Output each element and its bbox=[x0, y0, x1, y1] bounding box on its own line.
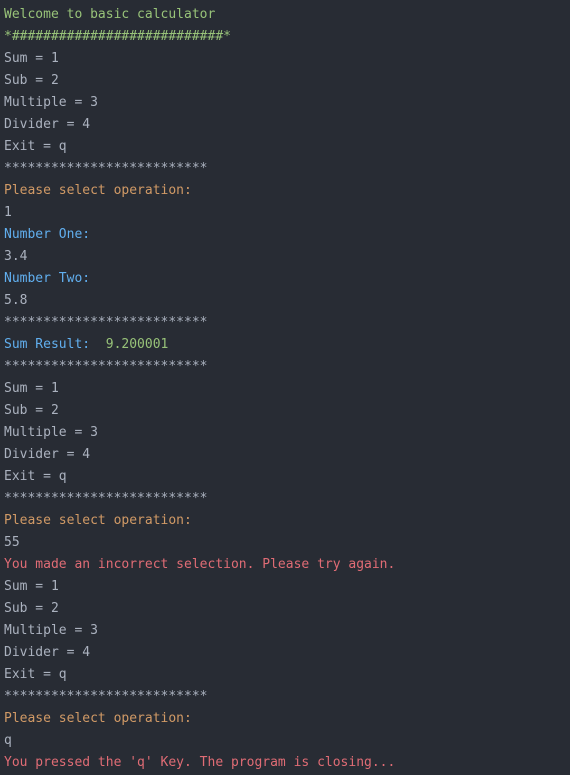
terminal-text: 1 bbox=[4, 205, 12, 220]
terminal-line: ************************** bbox=[4, 488, 566, 510]
terminal-line: 55 bbox=[4, 532, 566, 554]
terminal-text: Exit = q bbox=[4, 667, 67, 682]
terminal-text: Sub = 2 bbox=[4, 601, 59, 616]
terminal-text: *###########################* bbox=[4, 29, 231, 44]
terminal-line: 3.4 bbox=[4, 246, 566, 268]
terminal-line: ************************** bbox=[4, 312, 566, 334]
terminal-text: 5.8 bbox=[4, 293, 27, 308]
terminal-line: Please select operation: bbox=[4, 708, 566, 730]
terminal-line: Exit = q bbox=[4, 466, 566, 488]
terminal-line: Divider = 4 bbox=[4, 642, 566, 664]
terminal-line: Multiple = 3 bbox=[4, 92, 566, 114]
terminal-line: Sub = 2 bbox=[4, 598, 566, 620]
terminal-text: ************************** bbox=[4, 689, 208, 704]
terminal-text: Exit = q bbox=[4, 469, 67, 484]
terminal-text: ************************** bbox=[4, 315, 208, 330]
terminal-text: q bbox=[4, 733, 12, 748]
terminal-line: ************************** bbox=[4, 686, 566, 708]
terminal-line: Sum = 1 bbox=[4, 378, 566, 400]
terminal-text: You made an incorrect selection. Please … bbox=[4, 557, 395, 572]
terminal-text: Sub = 2 bbox=[4, 73, 59, 88]
terminal-line: Sum Result: 9.200001 bbox=[4, 334, 566, 356]
terminal-line: Number Two: bbox=[4, 268, 566, 290]
terminal-text: 9.200001 bbox=[90, 337, 168, 352]
terminal-text: Sum = 1 bbox=[4, 51, 59, 66]
terminal-text: Welcome to basic calculator bbox=[4, 7, 215, 22]
terminal-text: Multiple = 3 bbox=[4, 425, 98, 440]
terminal-line: ************************** bbox=[4, 356, 566, 378]
terminal-line: Welcome to basic calculator bbox=[4, 4, 566, 26]
terminal-line: Multiple = 3 bbox=[4, 620, 566, 642]
terminal-text: ************************** bbox=[4, 161, 208, 176]
terminal-text: 55 bbox=[4, 535, 20, 550]
terminal-line: You pressed the 'q' Key. The program is … bbox=[4, 752, 566, 774]
terminal-text: Sum = 1 bbox=[4, 381, 59, 396]
terminal-line: Sum = 1 bbox=[4, 576, 566, 598]
terminal-line: You made an incorrect selection. Please … bbox=[4, 554, 566, 576]
terminal-text: Sum = 1 bbox=[4, 579, 59, 594]
terminal-line: Divider = 4 bbox=[4, 444, 566, 466]
terminal-text: Divider = 4 bbox=[4, 117, 90, 132]
terminal-line: Number One: bbox=[4, 224, 566, 246]
terminal-text: Please select operation: bbox=[4, 513, 192, 528]
terminal-text: Sub = 2 bbox=[4, 403, 59, 418]
terminal-text: Multiple = 3 bbox=[4, 95, 98, 110]
terminal-line: q bbox=[4, 730, 566, 752]
terminal-line: Please select operation: bbox=[4, 180, 566, 202]
terminal-line: Exit = q bbox=[4, 664, 566, 686]
terminal-text: Number Two: bbox=[4, 271, 90, 286]
terminal-text: Divider = 4 bbox=[4, 447, 90, 462]
terminal-text: Please select operation: bbox=[4, 711, 192, 726]
terminal-line: *###########################* bbox=[4, 26, 566, 48]
terminal-output: Welcome to basic calculator *############… bbox=[4, 4, 566, 774]
terminal-line: Multiple = 3 bbox=[4, 422, 566, 444]
terminal-text: Divider = 4 bbox=[4, 645, 90, 660]
terminal-line: Exit = q bbox=[4, 136, 566, 158]
terminal-line: 5.8 bbox=[4, 290, 566, 312]
terminal-text: Sum Result: bbox=[4, 337, 90, 352]
terminal-line: Divider = 4 bbox=[4, 114, 566, 136]
terminal-line: Sum = 1 bbox=[4, 48, 566, 70]
terminal-text: ************************** bbox=[4, 359, 208, 374]
terminal-text: 3.4 bbox=[4, 249, 27, 264]
terminal-line: Sub = 2 bbox=[4, 400, 566, 422]
terminal-text: Exit = q bbox=[4, 139, 67, 154]
terminal-line: ************************** bbox=[4, 158, 566, 180]
terminal-text: ************************** bbox=[4, 491, 208, 506]
terminal-text: Number One: bbox=[4, 227, 90, 242]
terminal-line: Please select operation: bbox=[4, 510, 566, 532]
terminal-text: Please select operation: bbox=[4, 183, 192, 198]
terminal-text: Multiple = 3 bbox=[4, 623, 98, 638]
terminal-line: 1 bbox=[4, 202, 566, 224]
terminal-line: Sub = 2 bbox=[4, 70, 566, 92]
terminal-text: You pressed the 'q' Key. The program is … bbox=[4, 755, 395, 770]
